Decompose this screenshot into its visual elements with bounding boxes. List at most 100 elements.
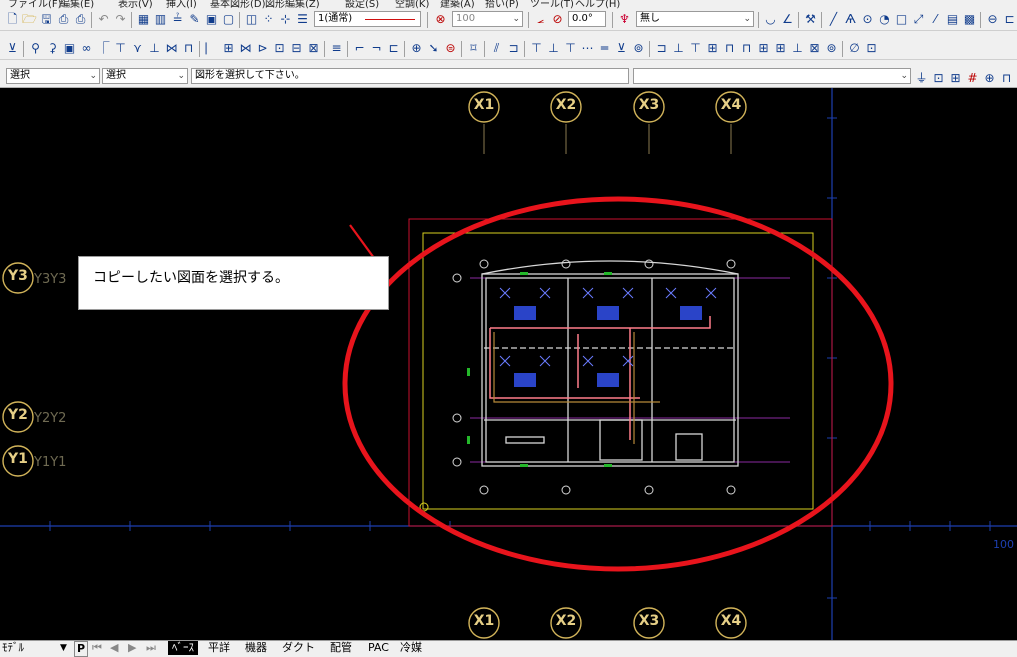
menu-item[interactable]: 挿入(I) xyxy=(166,0,197,9)
duct-branch-icon[interactable]: ⊥ xyxy=(147,41,162,56)
tab-piping[interactable]: 配管 xyxy=(330,641,352,655)
pipe-branch-icon[interactable]: ⊟ xyxy=(289,41,304,56)
mode-select[interactable]: 選択 ⌄ xyxy=(6,68,100,84)
dimension-edit-icon[interactable]: ⊐ xyxy=(506,41,521,56)
pipe-join-icon[interactable]: ⊠ xyxy=(306,41,321,56)
leader-icon[interactable]: ⊤ xyxy=(529,41,544,56)
tab-duct[interactable]: ダクト xyxy=(282,641,315,655)
leader4-icon[interactable]: ⋯ xyxy=(580,41,595,56)
hammer-icon[interactable]: ⚒ xyxy=(803,12,818,27)
menu-item[interactable]: 空調(K) xyxy=(395,0,429,9)
save-icon[interactable]: 🖫 xyxy=(39,12,54,27)
tab-base[interactable]: ﾍﾞｰｽ xyxy=(168,641,198,655)
arc-icon[interactable]: ◡ xyxy=(763,12,778,27)
duct-reducer-icon[interactable]: ⋎ xyxy=(130,41,145,56)
menu-item[interactable]: 図形編集(Z) xyxy=(265,0,320,9)
pipe-cap-icon[interactable]: ⊡ xyxy=(272,41,287,56)
tab-equipment[interactable]: 機器 xyxy=(245,641,267,655)
menu-item[interactable]: ヘルプ(H) xyxy=(575,0,620,9)
pick-icon[interactable]: ⊡ xyxy=(931,71,946,86)
menu-item[interactable]: 建築(A) xyxy=(440,0,475,9)
first-tab-icon[interactable]: ⏮ xyxy=(92,641,102,655)
box-icon[interactable]: ▣ xyxy=(62,41,77,56)
dimension-icon[interactable]: ⫽ xyxy=(489,41,504,56)
table-icon[interactable]: ▤ xyxy=(945,12,960,27)
leader6-icon[interactable]: ⊻ xyxy=(614,41,629,56)
duct-cap-icon[interactable]: ⊓ xyxy=(181,41,196,56)
text5-icon[interactable]: ⊓ xyxy=(722,41,737,56)
text6-icon[interactable]: ⊓ xyxy=(739,41,754,56)
polyline-icon[interactable]: Ѧ xyxy=(843,12,858,27)
print-icon[interactable]: ⎙ xyxy=(73,12,88,27)
no-scale-icon[interactable]: ⊗ xyxy=(433,12,448,27)
snap-icon[interactable]: ⁘ xyxy=(261,12,276,27)
text11-icon[interactable]: ⊚ xyxy=(824,41,839,56)
curve-icon[interactable]: ∠ xyxy=(780,12,795,27)
tab-refrigerant[interactable]: 冷媒 xyxy=(400,641,422,655)
hash-icon[interactable]: # xyxy=(965,71,980,86)
command-input[interactable]: ⌄ xyxy=(633,68,911,84)
duct-tee-icon[interactable]: ⊤ xyxy=(113,41,128,56)
ortho-icon[interactable]: ⊹ xyxy=(278,12,293,27)
pipe-tee-icon[interactable]: ⊞ xyxy=(221,41,236,56)
link-icon[interactable]: ∞ xyxy=(79,41,94,56)
select-all-icon[interactable]: ⊞ xyxy=(948,71,963,86)
pipe-reducer-icon[interactable]: ⊳ xyxy=(255,41,270,56)
hatch-icon[interactable]: ⁄ xyxy=(928,12,943,27)
target-select[interactable]: 選択 ⌄ xyxy=(102,68,188,84)
trim-icon[interactable]: ⊖ xyxy=(985,12,1000,27)
angle-reset-icon[interactable]: ⊘ xyxy=(550,12,565,27)
text2-icon[interactable]: ⊥ xyxy=(671,41,686,56)
measure-icon[interactable]: ∅ xyxy=(847,41,862,56)
layer-list-icon[interactable]: ☰ xyxy=(295,12,310,27)
measure2-icon[interactable]: ⊡ xyxy=(864,41,879,56)
offset-icon[interactable]: ⤢ xyxy=(911,12,926,27)
diffuser-icon[interactable]: ⚲ xyxy=(28,41,43,56)
text-icon[interactable]: ⊐ xyxy=(654,41,669,56)
new-file-icon[interactable]: 🗋 xyxy=(5,12,20,27)
route-edit-icon[interactable]: ¬ xyxy=(369,41,384,56)
split-icon[interactable]: ⊕ xyxy=(982,71,997,86)
equipment-icon[interactable]: ⊻ xyxy=(5,41,20,56)
rectangle-icon[interactable]: □ xyxy=(894,12,909,27)
property-icon[interactable]: ✎ xyxy=(187,12,202,27)
text7-icon[interactable]: ⊞ xyxy=(756,41,771,56)
menu-item[interactable]: 基本図形(D) xyxy=(210,0,266,9)
menu-item[interactable]: 設定(S) xyxy=(345,0,379,9)
undo-icon[interactable]: ↶ xyxy=(96,12,111,27)
redo-icon[interactable]: ↷ xyxy=(113,12,128,27)
angle-field[interactable]: 0.0° xyxy=(568,11,606,27)
drawing-settings-icon[interactable]: ▦ xyxy=(136,12,151,27)
scale-select[interactable]: 100 ⌄ xyxy=(452,11,523,27)
drawing-canvas[interactable]: Y3Y3 Y2Y2 Y1Y1 X1 X2 X3 X4 X1 X2 X3 X4 Y… xyxy=(0,88,1017,640)
duct-joint-icon[interactable]: ⋈ xyxy=(164,41,179,56)
leader3-icon[interactable]: ⊤ xyxy=(563,41,578,56)
pattern-icon[interactable]: ▩ xyxy=(962,12,977,27)
grille-icon[interactable]: ⚳ xyxy=(45,41,60,56)
menu-item[interactable]: ファイル(F) xyxy=(8,0,62,9)
route-merge-icon[interactable]: ⊏ xyxy=(386,41,401,56)
next-tab-icon[interactable]: ▶ xyxy=(128,641,136,655)
grid-icon[interactable]: ◫ xyxy=(244,12,259,27)
circle-icon[interactable]: ⊙ xyxy=(860,12,875,27)
duct-bend-icon[interactable]: ⎾ xyxy=(96,41,111,56)
arc-circle-icon[interactable]: ◔ xyxy=(877,12,892,27)
list-icon[interactable]: ≡ xyxy=(329,41,344,56)
tab-pac[interactable]: PAC xyxy=(368,641,389,655)
text10-icon[interactable]: ⊠ xyxy=(807,41,822,56)
menu-item[interactable]: 拾い(P) xyxy=(485,0,519,9)
route-icon[interactable]: ⌐ xyxy=(352,41,367,56)
open-folder-icon[interactable]: 🗁 xyxy=(22,12,37,27)
arrow-tool-icon[interactable]: ➘ xyxy=(426,41,441,56)
leader2-icon[interactable]: ⊥ xyxy=(546,41,561,56)
text4-icon[interactable]: ⊞ xyxy=(705,41,720,56)
text8-icon[interactable]: ⊞ xyxy=(773,41,788,56)
chart-icon[interactable]: ▥ xyxy=(153,12,168,27)
menu-item[interactable]: 編集(E) xyxy=(60,0,94,9)
print-preview-icon[interactable]: ⎙ xyxy=(56,12,71,27)
menu-item[interactable]: ツール(T) xyxy=(530,0,574,9)
leader7-icon[interactable]: ⊚ xyxy=(631,41,646,56)
window-icon[interactable]: ▣ xyxy=(204,12,219,27)
text9-icon[interactable]: ⊥ xyxy=(790,41,805,56)
fill-icon[interactable]: ♆ xyxy=(617,12,632,27)
